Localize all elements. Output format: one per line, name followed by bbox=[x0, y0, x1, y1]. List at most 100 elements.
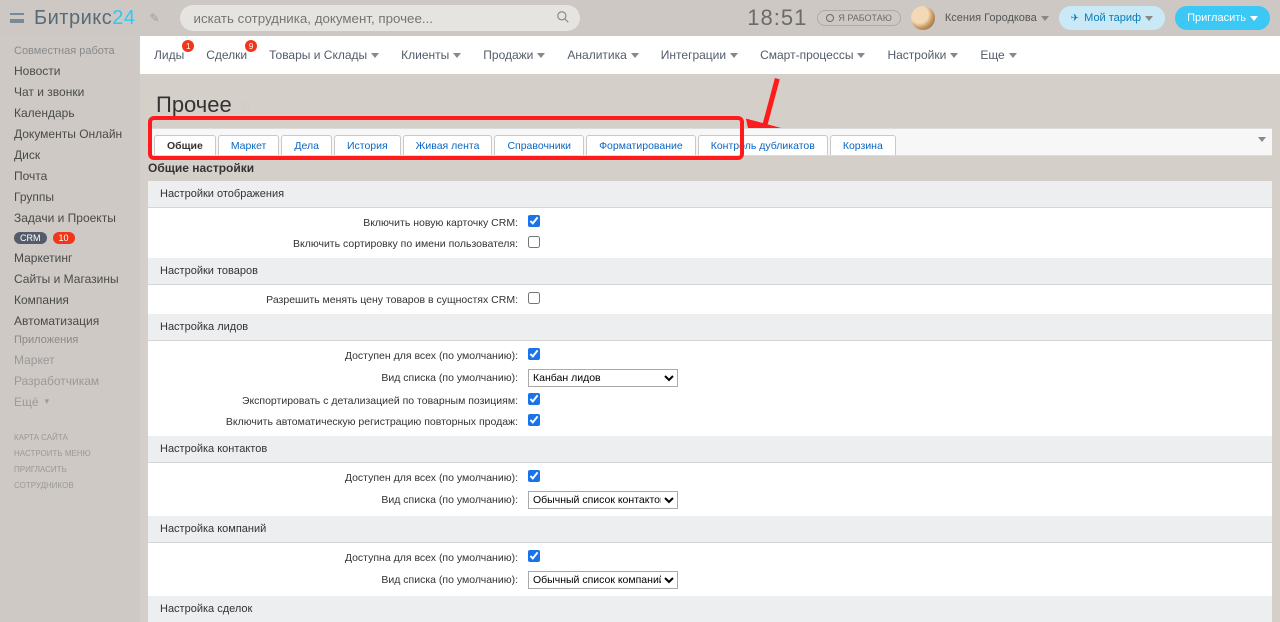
user-name[interactable]: Ксения Городкова bbox=[945, 12, 1049, 24]
sidebar-item-crm[interactable]: CRM10 bbox=[0, 228, 140, 247]
star-icon[interactable]: ☆ bbox=[240, 97, 253, 114]
sidebar-group-apps[interactable]: Приложения bbox=[0, 331, 140, 349]
tab-market[interactable]: Маркет bbox=[218, 135, 280, 155]
sidebar-item-devs[interactable]: Разработчикам bbox=[0, 370, 140, 391]
tabs-overflow-icon[interactable] bbox=[1258, 137, 1266, 142]
checkbox-leads-avail[interactable] bbox=[528, 348, 540, 360]
chevron-down-icon bbox=[1009, 53, 1017, 58]
subsection-deals: Настройка сделок bbox=[148, 596, 1272, 622]
brand-logo: Битрикс24 bbox=[34, 7, 135, 30]
nav-goods[interactable]: Товары и Склады bbox=[269, 48, 379, 62]
checkbox-contacts-avail[interactable] bbox=[528, 470, 540, 482]
search-input[interactable] bbox=[180, 5, 580, 31]
label-contacts-listview: Вид списка (по умолчанию): bbox=[148, 494, 524, 506]
deals-badge: 9 bbox=[245, 40, 257, 52]
sidebar-group-collab[interactable]: Совместная работа bbox=[0, 42, 140, 60]
sidebar-item-marketing[interactable]: Маркетинг bbox=[0, 247, 140, 268]
checkbox-leads-export[interactable] bbox=[528, 393, 540, 405]
sidebar-configure[interactable]: НАСТРОИТЬ МЕНЮ bbox=[14, 446, 126, 462]
label-leads-avail: Доступен для всех (по умолчанию): bbox=[148, 350, 524, 362]
label-enable-sort: Включить сортировку по имени пользовател… bbox=[148, 238, 524, 250]
checkbox-enable-card[interactable] bbox=[528, 215, 540, 227]
chevron-down-icon bbox=[537, 53, 545, 58]
chevron-down-icon bbox=[371, 53, 379, 58]
nav-sales[interactable]: Продажи bbox=[483, 48, 545, 62]
label-leads-repeat: Включить автоматическую регистрацию повт… bbox=[148, 416, 524, 428]
tab-format[interactable]: Форматирование bbox=[586, 135, 696, 155]
sidebar-item-calendar[interactable]: Календарь bbox=[0, 102, 140, 123]
chevron-down-icon bbox=[453, 53, 461, 58]
label-enable-card: Включить новую карточку CRM: bbox=[148, 217, 524, 229]
search-icon[interactable] bbox=[556, 10, 570, 27]
tab-dupes[interactable]: Контроль дубликатов bbox=[698, 135, 828, 155]
label-contacts-avail: Доступен для всех (по умолчанию): bbox=[148, 472, 524, 484]
sidebar-sitemap[interactable]: КАРТА САЙТА bbox=[14, 430, 126, 446]
nav-deals[interactable]: Сделки9 bbox=[206, 48, 247, 62]
label-allow-price: Разрешить менять цену товаров в сущностя… bbox=[148, 294, 524, 306]
tab-feed[interactable]: Живая лента bbox=[403, 135, 493, 155]
subsection-companies: Настройка компаний bbox=[148, 516, 1272, 543]
chevron-down-icon bbox=[950, 53, 958, 58]
checkbox-enable-sort[interactable] bbox=[528, 236, 540, 248]
sidebar-item-more[interactable]: Ещё ▾ bbox=[0, 391, 140, 412]
sidebar: Совместная работа Новости Чат и звонки К… bbox=[0, 36, 140, 622]
tariff-button[interactable]: Мой тариф bbox=[1059, 6, 1165, 30]
sidebar-item-tasks[interactable]: Задачи и Проекты bbox=[0, 207, 140, 228]
chevron-down-icon bbox=[1250, 16, 1258, 21]
chevron-down-icon bbox=[857, 53, 865, 58]
nav-more[interactable]: Еще bbox=[980, 48, 1016, 62]
label-leads-listview: Вид списка (по умолчанию): bbox=[148, 372, 524, 384]
tab-cases[interactable]: Дела bbox=[281, 135, 332, 155]
sidebar-item-chat[interactable]: Чат и звонки bbox=[0, 81, 140, 102]
sidebar-item-market[interactable]: Маркет bbox=[0, 349, 140, 370]
checkbox-leads-repeat[interactable] bbox=[528, 414, 540, 426]
work-status[interactable]: Я РАБОТАЮ bbox=[817, 10, 901, 26]
subsection-contacts: Настройка контактов bbox=[148, 436, 1272, 463]
sidebar-item-groups[interactable]: Группы bbox=[0, 186, 140, 207]
avatar[interactable] bbox=[911, 6, 935, 30]
subsection-leads: Настройка лидов bbox=[148, 314, 1272, 341]
brand-part2: 24 bbox=[112, 7, 135, 29]
sidebar-item-docs[interactable]: Документы Онлайн bbox=[0, 123, 140, 144]
subsection-display: Настройки отображения bbox=[148, 181, 1272, 208]
label-companies-listview: Вид списка (по умолчанию): bbox=[148, 574, 524, 586]
sidebar-item-automation[interactable]: Автоматизация bbox=[0, 310, 140, 331]
section-general-title: Общие настройки bbox=[148, 160, 1272, 181]
main-nav: Лиды1 Сделки9 Товары и Склады Клиенты Пр… bbox=[140, 36, 1280, 74]
invite-button[interactable]: Пригласить bbox=[1175, 6, 1270, 30]
tab-history[interactable]: История bbox=[334, 135, 401, 155]
tab-trash[interactable]: Корзина bbox=[830, 135, 896, 155]
crm-badge: 10 bbox=[53, 232, 75, 244]
sidebar-item-news[interactable]: Новости bbox=[0, 60, 140, 81]
nav-settings[interactable]: Настройки bbox=[887, 48, 958, 62]
sidebar-invite[interactable]: ПРИГЛАСИТЬ СОТРУДНИКОВ bbox=[14, 462, 126, 494]
brand-part1: Битрикс bbox=[34, 7, 112, 29]
nav-analytics[interactable]: Аналитика bbox=[567, 48, 638, 62]
sidebar-item-sites[interactable]: Сайты и Магазины bbox=[0, 268, 140, 289]
sidebar-item-mail[interactable]: Почта bbox=[0, 165, 140, 186]
nav-leads[interactable]: Лиды1 bbox=[154, 48, 184, 62]
nav-integrations[interactable]: Интеграции bbox=[661, 48, 738, 62]
nav-clients[interactable]: Клиенты bbox=[401, 48, 461, 62]
leads-badge: 1 bbox=[182, 40, 194, 52]
subsection-goods: Настройки товаров bbox=[148, 258, 1272, 285]
sidebar-item-company[interactable]: Компания bbox=[0, 289, 140, 310]
label-leads-export: Экспортировать с детализацией по товарны… bbox=[148, 395, 524, 407]
chevron-down-icon bbox=[1041, 16, 1049, 21]
chevron-down-icon bbox=[631, 53, 639, 58]
chevron-down-icon bbox=[730, 53, 738, 58]
nav-smart[interactable]: Смарт-процессы bbox=[760, 48, 865, 62]
pencil-icon[interactable]: ✎ bbox=[149, 11, 159, 25]
clock: 18:51 bbox=[747, 5, 807, 31]
select-leads-listview[interactable]: Канбан лидов bbox=[528, 369, 678, 387]
tab-refs[interactable]: Справочники bbox=[494, 135, 584, 155]
label-companies-avail: Доступна для всех (по умолчанию): bbox=[148, 552, 524, 564]
chevron-down-icon bbox=[1145, 16, 1153, 21]
select-companies-listview[interactable]: Обычный список компаний bbox=[528, 571, 678, 589]
checkbox-companies-avail[interactable] bbox=[528, 550, 540, 562]
menu-toggle-icon[interactable] bbox=[10, 13, 24, 23]
checkbox-allow-price[interactable] bbox=[528, 292, 540, 304]
tab-general[interactable]: Общие bbox=[154, 135, 216, 155]
select-contacts-listview[interactable]: Обычный список контактов bbox=[528, 491, 678, 509]
sidebar-item-disk[interactable]: Диск bbox=[0, 144, 140, 165]
